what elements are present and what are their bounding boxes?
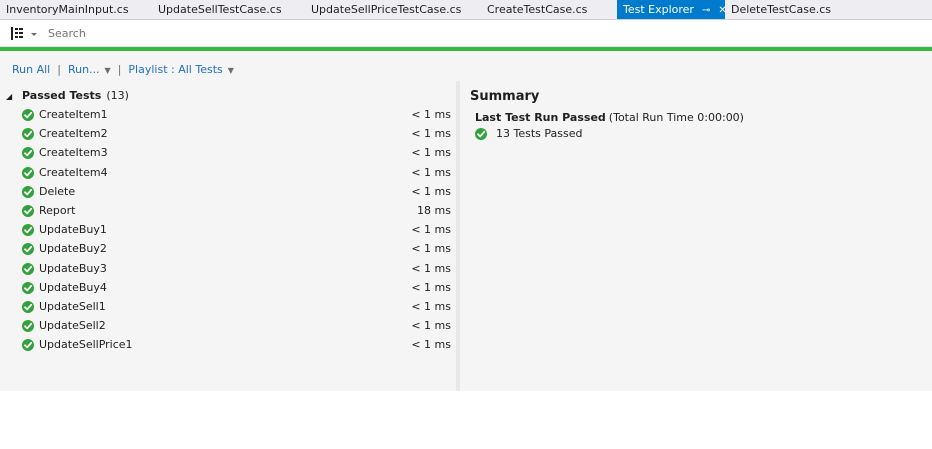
- test-row[interactable]: UpdateSell1 < 1 ms: [0, 298, 456, 317]
- tab-delete-test-case[interactable]: DeleteTestCase.cs: [725, 0, 845, 19]
- test-row[interactable]: CreateItem1 < 1 ms: [0, 106, 456, 125]
- passed-check-icon: [475, 128, 487, 140]
- playlist-dropdown[interactable]: Playlist : All Tests ▼: [128, 63, 233, 76]
- pin-icon[interactable]: ⊸: [702, 1, 710, 21]
- passed-check-icon: [22, 300, 34, 313]
- test-duration: < 1 ms: [411, 223, 451, 237]
- test-name: UpdateSell2: [39, 319, 106, 333]
- chevron-down-icon: ▼: [104, 66, 111, 75]
- action-bar: Run All | Run... ▼ | Playlist : All Tests ▼: [12, 63, 234, 77]
- test-duration: < 1 ms: [411, 146, 451, 160]
- passed-count-text: 13 Tests Passed: [496, 127, 583, 140]
- test-row[interactable]: UpdateBuy4 < 1 ms: [0, 279, 456, 298]
- passed-check-icon: [22, 262, 34, 275]
- passed-check-icon: [22, 185, 34, 198]
- test-list: CreateItem1 < 1 ms CreateItem2 < 1 ms Create…: [0, 106, 456, 355]
- test-name: CreateItem1: [39, 108, 108, 121]
- passed-count-line: 13 Tests Passed: [475, 127, 920, 141]
- test-duration: < 1 ms: [411, 319, 451, 333]
- test-duration: < 1 ms: [411, 127, 451, 141]
- summary-pane: Summary Last Test Run Passed (Total Run T…: [470, 88, 920, 141]
- test-name: CreateItem2: [39, 127, 108, 141]
- test-name: CreateItem4: [39, 165, 108, 179]
- divider: |: [57, 63, 61, 76]
- empty-area: [0, 391, 932, 449]
- test-duration: < 1 ms: [411, 108, 451, 121]
- passed-check-icon: [22, 109, 34, 121]
- passed-check-icon: [22, 320, 34, 333]
- summary-title: Summary: [470, 89, 540, 104]
- test-row[interactable]: CreateItem4 < 1 ms: [0, 164, 456, 183]
- playlist-label: Playlist : All Tests: [128, 63, 223, 76]
- test-row[interactable]: CreateItem2 < 1 ms: [0, 125, 456, 144]
- test-row[interactable]: UpdateSellPrice1 < 1 ms: [0, 336, 456, 355]
- test-explorer-panel: Run All | Run... ▼ | Playlist : All Tests ▼ ◢ P…: [0, 51, 932, 391]
- test-name: UpdateSellPrice1: [39, 338, 133, 352]
- test-list-pane: ◢ Passed Tests (13) CreateItem1 < 1 ms Creat…: [0, 81, 456, 391]
- tab-update-sell-price-test-case[interactable]: UpdateSellPriceTestCase.cs: [305, 0, 481, 19]
- group-by-button[interactable]: [6, 25, 42, 43]
- divider: |: [117, 63, 122, 76]
- passed-check-icon: [22, 166, 34, 179]
- test-row[interactable]: Delete < 1 ms: [0, 183, 456, 202]
- run-label: Run...: [67, 63, 100, 76]
- last-run-line: Last Test Run Passed (Total Run Time 0:00…: [475, 111, 920, 125]
- passed-check-icon: [22, 147, 34, 160]
- test-name: UpdateBuy3: [39, 261, 107, 275]
- passed-check-icon: [22, 128, 34, 141]
- test-duration: < 1 ms: [411, 242, 451, 256]
- test-row[interactable]: UpdateSell2 < 1 ms: [0, 317, 456, 336]
- passed-check-icon: [22, 339, 34, 352]
- test-row[interactable]: CreateItem3 < 1 ms: [0, 144, 456, 163]
- test-row[interactable]: UpdateBuy3 < 1 ms: [0, 260, 456, 279]
- test-duration: < 1 ms: [411, 280, 451, 294]
- search-input[interactable]: [46, 23, 930, 43]
- tab-update-sell-test-case[interactable]: UpdateSellTestCase.cs: [152, 0, 305, 19]
- passed-check-icon: [22, 243, 34, 256]
- test-duration: < 1 ms: [411, 299, 451, 313]
- last-run-status: Last Test Run Passed: [475, 111, 606, 124]
- test-row[interactable]: UpdateBuy1 < 1 ms: [0, 221, 456, 240]
- test-group-header[interactable]: ◢ Passed Tests (13): [6, 89, 129, 103]
- group-title: Passed Tests: [22, 89, 102, 102]
- test-name: CreateItem3: [39, 146, 108, 160]
- run-all-link[interactable]: Run All: [12, 63, 50, 76]
- test-row[interactable]: UpdateBuy2 < 1 ms: [0, 240, 456, 259]
- passed-check-icon: [22, 224, 34, 237]
- total-run-time: (Total Run Time 0:00:00): [608, 111, 744, 124]
- test-duration: < 1 ms: [411, 165, 451, 179]
- tab-label: Test Explorer: [623, 3, 694, 16]
- chevron-down-icon: ▼: [227, 66, 234, 75]
- document-tab-bar: InventoryMainInput.cs UpdateSellTestCase…: [0, 0, 932, 20]
- test-explorer-toolbar: [0, 20, 932, 47]
- pane-splitter[interactable]: [456, 81, 460, 391]
- tab-create-test-case[interactable]: CreateTestCase.cs: [481, 0, 617, 19]
- test-duration: 18 ms: [417, 203, 451, 217]
- collapse-triangle-icon[interactable]: ◢: [6, 90, 22, 104]
- test-name: UpdateSell1: [39, 299, 106, 313]
- test-row[interactable]: Report 18 ms: [0, 202, 456, 221]
- test-name: Delete: [39, 184, 76, 198]
- group-count: (13): [106, 89, 129, 102]
- run-dropdown[interactable]: Run... ▼: [68, 63, 111, 76]
- test-name: UpdateBuy2: [39, 242, 107, 256]
- passed-check-icon: [22, 204, 34, 217]
- group-by-icon: [11, 27, 37, 40]
- test-duration: < 1 ms: [411, 338, 451, 352]
- test-duration: < 1 ms: [411, 184, 451, 198]
- tab-test-explorer[interactable]: Test Explorer ⊸ ✕: [617, 0, 727, 21]
- test-duration: < 1 ms: [411, 261, 451, 275]
- test-name: Report: [39, 203, 76, 217]
- test-name: UpdateBuy1: [39, 223, 107, 237]
- tab-inventory-main-input[interactable]: InventoryMainInput.cs: [0, 0, 152, 19]
- passed-check-icon: [22, 281, 34, 294]
- test-name: UpdateBuy4: [39, 280, 107, 294]
